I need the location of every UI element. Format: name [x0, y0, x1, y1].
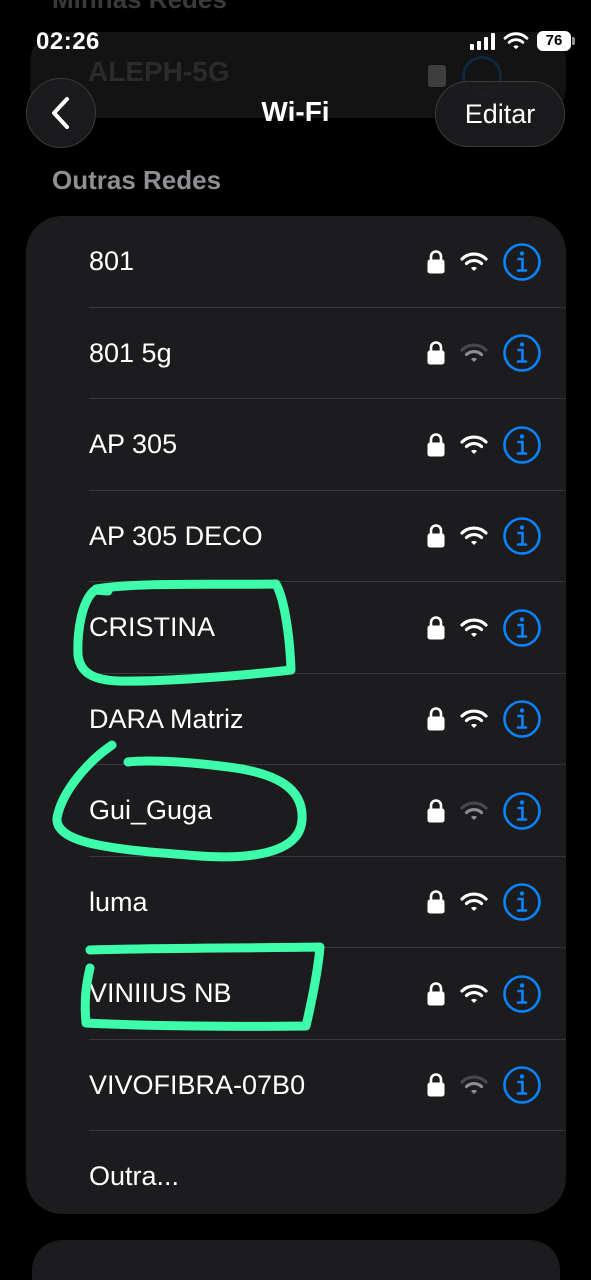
- lock-icon: [427, 524, 445, 548]
- network-row[interactable]: 801: [26, 216, 566, 308]
- lock-icon: [427, 890, 445, 914]
- wifi-settings-screen: Minhas Redes ALEPH-5G 02:26 76 Wi-Fi: [0, 0, 591, 1280]
- wifi-icon: [460, 434, 488, 454]
- other-network-label: Outra...: [89, 1161, 180, 1191]
- info-icon[interactable]: [502, 333, 542, 373]
- section-heading-other-networks: Outras Redes: [52, 165, 222, 195]
- lock-icon: [427, 249, 445, 273]
- network-name: luma: [89, 886, 148, 917]
- cellular-signal-icon: [470, 32, 495, 50]
- status-bar: 02:26 76: [0, 0, 591, 80]
- lock-icon: [427, 798, 445, 822]
- network-row[interactable]: luma: [26, 857, 566, 948]
- lock-icon: [427, 432, 445, 456]
- network-row[interactable]: DARA Matriz: [26, 674, 566, 765]
- info-icon[interactable]: [502, 1065, 542, 1105]
- network-name: VINIIUS NB: [89, 978, 232, 1008]
- info-icon[interactable]: [502, 974, 542, 1014]
- networks-list: 801 801 5g AP 305 AP 305 DECO CRISTINA D…: [26, 216, 566, 1214]
- wifi-icon: [460, 343, 488, 362]
- wifi-icon: [460, 526, 488, 545]
- network-row[interactable]: Gui_Guga: [26, 765, 566, 857]
- network-icons: [426, 857, 542, 948]
- wifi-icon: [460, 251, 488, 271]
- wifi-icon: [460, 800, 488, 820]
- edit-button[interactable]: Editar: [435, 81, 565, 147]
- lock-icon: [427, 1073, 445, 1097]
- network-row[interactable]: AP 305: [26, 399, 566, 491]
- network-row[interactable]: AP 305 DECO: [26, 491, 566, 582]
- network-icons: [426, 1040, 542, 1131]
- other-network-row[interactable]: Outra...: [26, 1131, 566, 1214]
- network-name: Gui_Guga: [89, 795, 213, 825]
- network-row[interactable]: 801 5g: [26, 308, 566, 399]
- network-name: 801: [89, 246, 135, 276]
- network-name: CRISTINA: [89, 612, 216, 642]
- lock-icon: [427, 981, 445, 1005]
- network-row[interactable]: CRISTINA: [26, 582, 566, 674]
- network-name: AP 305 DECO: [89, 520, 263, 551]
- wifi-icon: [460, 617, 488, 637]
- lock-icon: [427, 615, 445, 639]
- status-indicators: 76: [470, 31, 575, 51]
- info-icon[interactable]: [502, 608, 542, 648]
- network-icons: [426, 582, 542, 673]
- network-icons: [426, 948, 542, 1039]
- network-icons: [426, 216, 542, 307]
- status-time: 02:26: [36, 28, 100, 55]
- next-section-card: [32, 1240, 560, 1280]
- info-icon[interactable]: [502, 882, 542, 922]
- navigation-bar: Wi-Fi Editar: [0, 78, 591, 150]
- network-name: 801 5g: [89, 337, 172, 368]
- info-icon[interactable]: [502, 425, 542, 465]
- network-icons: [426, 674, 542, 765]
- network-row[interactable]: VIVOFIBRA-07B0: [26, 1040, 566, 1131]
- wifi-icon: [460, 983, 488, 1003]
- network-icons: [426, 491, 542, 582]
- network-icons: [426, 399, 542, 490]
- network-icons: [426, 308, 542, 399]
- battery-icon: 76: [537, 31, 575, 51]
- wifi-icon: [460, 892, 488, 911]
- network-name: AP 305: [89, 429, 178, 459]
- info-icon[interactable]: [502, 516, 542, 556]
- wifi-status-icon: [503, 32, 529, 50]
- network-row[interactable]: VINIIUS NB: [26, 948, 566, 1040]
- info-icon[interactable]: [502, 791, 542, 831]
- wifi-icon: [460, 1075, 488, 1094]
- info-icon[interactable]: [502, 242, 542, 282]
- info-icon[interactable]: [502, 699, 542, 739]
- network-name: VIVOFIBRA-07B0: [89, 1069, 306, 1100]
- network-icons: [426, 765, 542, 856]
- wifi-icon: [460, 709, 488, 728]
- lock-icon: [427, 341, 445, 365]
- network-name: DARA Matriz: [89, 703, 244, 734]
- lock-icon: [427, 707, 445, 731]
